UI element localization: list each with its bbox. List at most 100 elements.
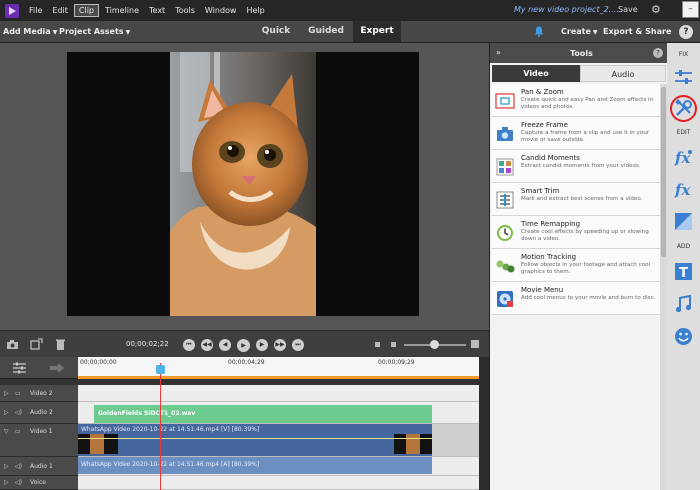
project-assets-dropdown[interactable]: Project Assets ▼ (59, 27, 130, 36)
video-clip[interactable]: WhatsApp Video 2020-10-22 at 14.51.46.mp… (78, 424, 432, 456)
create-dropdown[interactable]: Create ▼ (561, 27, 598, 36)
tool-time-remapping[interactable]: Time Remapping Create cool effects by sp… (492, 216, 660, 249)
track-lane-video1[interactable]: WhatsApp Video 2020-10-22 at 14.51.46.mp… (78, 424, 479, 457)
opacity-line[interactable] (78, 438, 432, 439)
video-preview[interactable] (67, 52, 419, 316)
collapse-triangle-icon[interactable]: ▽ (4, 428, 9, 435)
menu-bar: File Edit Clip Timeline Text Tools Windo… (0, 0, 700, 21)
timeline-scrollbar[interactable] (479, 357, 489, 490)
expand-triangle-icon[interactable]: ▷ (4, 479, 9, 486)
tool-candid-moments[interactable]: Candid Moments Extract candid moments fr… (492, 150, 660, 183)
chevron-down-icon: ▼ (52, 29, 58, 36)
zoom-in-icon[interactable] (471, 340, 479, 348)
zoom-out-icon[interactable] (375, 342, 380, 347)
music-note-icon[interactable] (673, 294, 694, 315)
track-lane-audio1[interactable]: WhatsApp Video 2020-10-22 at 14.51.46.mp… (78, 457, 479, 476)
toolbar: Add Media ▼ Project Assets ▼ Quick Guided … (0, 21, 700, 43)
rail-label-fix: FIX (678, 51, 689, 58)
transitions-icon[interactable] (673, 211, 694, 232)
collapse-icon[interactable]: » (496, 48, 501, 57)
work-area-bar[interactable] (78, 376, 479, 379)
tool-description: Follow objects in your footage and attac… (521, 262, 651, 275)
tool-pan-zoom[interactable]: Pan & Zoom Create quick and easy Pan and… (492, 84, 660, 117)
save-button[interactable]: Save (618, 5, 638, 14)
menu-text[interactable]: Text (145, 5, 169, 16)
help-icon[interactable]: ? (653, 48, 663, 58)
track-header-video2[interactable]: ▷ ▭ Video 2 (0, 385, 78, 402)
chevron-down-icon: ▼ (125, 29, 131, 36)
zoom-fit-icon[interactable] (391, 342, 396, 347)
tool-motion-tracking[interactable]: Motion Tracking Follow objects in your f… (492, 249, 660, 282)
timeline-controls (0, 357, 78, 379)
step-back-button[interactable]: ◀◀ (201, 339, 213, 351)
tab-audio[interactable]: Audio (580, 65, 666, 82)
menu-edit[interactable]: Edit (48, 5, 72, 16)
split-clip-icon[interactable] (30, 338, 43, 351)
tools-icon[interactable] (673, 98, 694, 119)
tab-expert[interactable]: Expert (353, 21, 401, 42)
transport-bar: 00;00;02;22 ⏮ ◀◀ ◀ ▶ ▶ ▶▶ ⏭ (0, 330, 489, 357)
adjustments-icon[interactable] (673, 67, 694, 88)
clip-thumbnail-end (394, 434, 432, 454)
tool-smart-trim[interactable]: Smart Trim Mark and extract best scenes … (492, 183, 660, 216)
tool-name: Time Remapping (521, 220, 581, 228)
menu-help[interactable]: Help (242, 5, 268, 16)
menu-file[interactable]: File (25, 5, 46, 16)
track-header-voice[interactable]: ▷ ◁) Voice (0, 476, 78, 490)
bell-icon[interactable] (534, 26, 544, 37)
menu-tools[interactable]: Tools (171, 5, 199, 16)
tab-guided[interactable]: Guided (303, 21, 349, 42)
titles-text-icon[interactable]: T (673, 261, 694, 282)
track-header-video1[interactable]: ▽ ▭ Video 1 (0, 424, 78, 457)
expand-triangle-icon[interactable]: ▷ (4, 409, 9, 416)
tool-name: Candid Moments (521, 154, 580, 162)
minimize-button[interactable]: – (682, 1, 699, 18)
graphics-smiley-icon[interactable] (673, 326, 694, 347)
time-ruler[interactable]: 00;00;00;00 00;00;04;29 00;00;09;29 (78, 357, 479, 379)
arrow-right-icon[interactable] (50, 363, 64, 373)
menu-window[interactable]: Window (201, 5, 241, 16)
expand-triangle-icon[interactable]: ▷ (4, 463, 9, 470)
zoom-slider-knob[interactable] (430, 340, 439, 349)
track-lane-audio2[interactable]: GoldenFields SIDCT1_02.wav (78, 402, 479, 424)
add-media-dropdown[interactable]: Add Media ▼ (3, 27, 57, 36)
camera-icon[interactable] (6, 338, 19, 351)
playhead-handle[interactable] (156, 365, 165, 374)
action-rail: FIX EDIT fx fx ADD T (667, 43, 700, 490)
svg-text:T: T (679, 266, 688, 281)
help-icon[interactable]: ? (679, 25, 693, 39)
track-header-audio1[interactable]: ▷ ◁) Audio 1 (0, 457, 78, 476)
track-lane-voice[interactable] (78, 476, 479, 490)
tool-description: Extract candid moments from your videos. (521, 163, 641, 169)
goto-end-button[interactable]: ⏭ (292, 339, 304, 351)
track-name: Audio 2 (30, 409, 53, 416)
tool-movie-menu[interactable]: Movie Menu Add cool menus to your movie … (492, 282, 660, 315)
goto-start-button[interactable]: ⏮ (183, 339, 195, 351)
tools-scrollbar-thumb[interactable] (661, 87, 666, 257)
applied-effects-icon[interactable]: fx (673, 147, 694, 168)
forward-button[interactable]: ▶ (256, 339, 268, 351)
audio-clip[interactable]: GoldenFields SIDCT1_02.wav (94, 405, 432, 423)
tool-freeze-frame[interactable]: Freeze Frame Capture a frame from a clip… (492, 117, 660, 150)
play-button[interactable]: ▶ (237, 339, 250, 352)
menu-timeline[interactable]: Timeline (101, 5, 143, 16)
rewind-button[interactable]: ◀ (219, 339, 231, 351)
step-forward-button[interactable]: ▶▶ (274, 339, 286, 351)
menu-clip[interactable]: Clip (73, 4, 99, 17)
gear-icon[interactable]: ⚙ (651, 3, 661, 16)
export-share-button[interactable]: Export & Share (603, 27, 671, 36)
track-settings-icon[interactable] (13, 362, 26, 374)
playhead-line[interactable] (160, 363, 161, 490)
audio-clip[interactable]: WhatsApp Video 2020-10-22 at 14.51.46.mp… (78, 457, 432, 474)
tab-quick[interactable]: Quick (254, 21, 298, 42)
track-header-audio2[interactable]: ▷ ◁) Audio 2 (0, 402, 78, 424)
effects-icon[interactable]: fx (673, 179, 694, 200)
trash-icon[interactable] (54, 338, 67, 351)
tool-name: Motion Tracking (521, 253, 577, 261)
tab-video[interactable]: Video (492, 65, 580, 82)
expand-triangle-icon[interactable]: ▷ (4, 390, 9, 397)
speaker-icon: ◁) (15, 463, 22, 470)
rail-label-edit: EDIT (676, 129, 691, 136)
create-label: Create (561, 27, 591, 36)
track-lane-video2[interactable] (78, 385, 479, 402)
